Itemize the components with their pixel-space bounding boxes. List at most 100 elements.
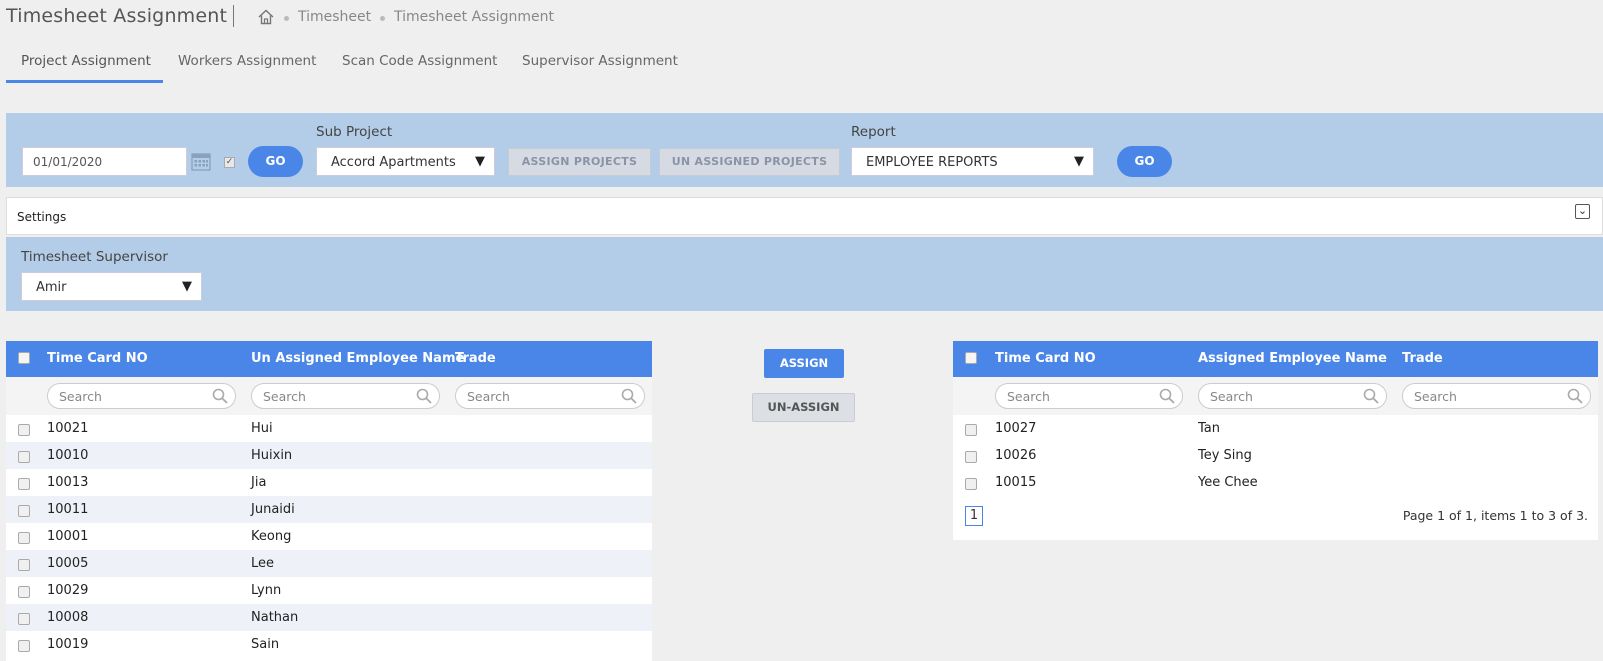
go-button[interactable]: GO <box>248 146 303 177</box>
table-row[interactable]: 10005 Lee <box>6 550 652 577</box>
search-placeholder: Search <box>1414 389 1457 404</box>
search-icon <box>621 388 637 404</box>
grid-body: 10021 Hui 10010 Huixin 10013 Jia 10011 Junai… <box>6 415 652 658</box>
collapse-icon[interactable]: ⌄ <box>1575 204 1590 219</box>
column-header-employee-name[interactable]: Assigned Employee Name <box>1198 351 1387 366</box>
search-placeholder: Search <box>263 389 306 404</box>
search-icon <box>416 388 432 404</box>
breadcrumb-timesheet[interactable]: Timesheet <box>298 9 371 25</box>
dropdown-arrow-icon: ▼ <box>475 154 485 169</box>
breadcrumb-separator <box>284 16 289 21</box>
column-header-trade[interactable]: Trade <box>455 351 496 366</box>
time-card-cell: 10011 <box>47 502 89 517</box>
search-placeholder: Search <box>467 389 510 404</box>
table-row[interactable]: 10019 Sain <box>6 631 652 658</box>
assign-projects-button[interactable]: ASSIGN PROJECTS <box>508 148 651 176</box>
supervisor-select[interactable]: Amir ▼ <box>21 272 202 301</box>
grid-body: 10027 Tan 10026 Tey Sing 10015 Yee Chee <box>953 415 1598 496</box>
row-checkbox[interactable] <box>18 586 30 598</box>
row-checkbox[interactable] <box>18 640 30 652</box>
column-header-time-card[interactable]: Time Card NO <box>47 351 148 366</box>
supervisor-panel: Timesheet Supervisor Amir ▼ <box>6 237 1603 311</box>
breadcrumb-timesheet-assignment: Timesheet Assignment <box>394 9 555 25</box>
search-icon <box>212 388 228 404</box>
unassign-button[interactable]: UN-ASSIGN <box>752 393 855 422</box>
breadcrumb-separator <box>380 16 385 21</box>
home-icon[interactable] <box>258 9 274 25</box>
report-select[interactable]: EMPLOYEE REPORTS ▼ <box>851 147 1094 176</box>
report-label: Report <box>851 124 896 140</box>
row-checkbox[interactable] <box>18 613 30 625</box>
row-checkbox[interactable] <box>18 451 30 463</box>
title-divider <box>233 5 234 27</box>
sub-project-select[interactable]: Accord Apartments ▼ <box>316 147 495 176</box>
time-card-cell: 10010 <box>47 448 89 463</box>
column-header-trade[interactable]: Trade <box>1402 351 1443 366</box>
row-checkbox[interactable] <box>18 478 30 490</box>
pager-info: Page 1 of 1, items 1 to 3 of 3. <box>1402 508 1588 523</box>
table-row[interactable]: 10013 Jia <box>6 469 652 496</box>
supervisor-label: Timesheet Supervisor <box>21 249 168 265</box>
time-card-cell: 10005 <box>47 556 89 571</box>
time-card-cell: 10015 <box>995 475 1037 490</box>
time-card-cell: 10001 <box>47 529 89 544</box>
unassigned-employees-grid: Time Card NO Un Assigned Employee Name T… <box>6 341 652 661</box>
search-placeholder: Search <box>59 389 102 404</box>
row-checkbox[interactable] <box>18 424 30 436</box>
grid-header: Time Card NO Assigned Employee Name Trad… <box>953 341 1598 377</box>
employee-name-search-input[interactable]: Search <box>1198 383 1387 409</box>
tab-project-assignment[interactable]: Project Assignment <box>6 50 163 83</box>
row-checkbox[interactable] <box>18 505 30 517</box>
search-icon <box>1567 388 1583 404</box>
table-row[interactable]: 10001 Keong <box>6 523 652 550</box>
tab-supervisor-assignment[interactable]: Supervisor Assignment <box>522 50 678 83</box>
assign-button[interactable]: ASSIGN <box>764 349 844 378</box>
tab-scan-code-assignment[interactable]: Scan Code Assignment <box>342 50 497 83</box>
row-checkbox[interactable] <box>965 478 977 490</box>
time-card-cell: 10013 <box>47 475 89 490</box>
trade-search-input[interactable]: Search <box>1402 383 1591 409</box>
table-row[interactable]: 10008 Nathan <box>6 604 652 631</box>
employee-name-cell: Tan <box>1198 421 1220 436</box>
time-card-cell: 10008 <box>47 610 89 625</box>
search-icon <box>1363 388 1379 404</box>
table-row[interactable]: 10026 Tey Sing <box>953 442 1598 469</box>
select-all-checkbox[interactable] <box>965 352 977 364</box>
row-checkbox[interactable] <box>18 559 30 571</box>
sub-project-value: Accord Apartments <box>331 155 456 170</box>
select-all-checkbox[interactable] <box>18 352 30 364</box>
employee-name-cell: Nathan <box>251 610 299 625</box>
employee-name-cell: Junaidi <box>251 502 295 517</box>
unassigned-projects-button[interactable]: UN ASSIGNED PROJECTS <box>659 148 840 176</box>
table-row[interactable]: 10029 Lynn <box>6 577 652 604</box>
time-card-search-input[interactable]: Search <box>995 383 1183 409</box>
trade-search-input[interactable]: Search <box>455 383 645 409</box>
time-card-search-input[interactable]: Search <box>47 383 236 409</box>
supervisor-value: Amir <box>36 280 67 295</box>
pager-page-button[interactable]: 1 <box>965 506 983 526</box>
employee-name-cell: Sain <box>251 637 280 652</box>
time-card-cell: 10021 <box>47 421 89 436</box>
tab-workers-assignment[interactable]: Workers Assignment <box>178 50 316 83</box>
column-header-time-card[interactable]: Time Card NO <box>995 351 1096 366</box>
employee-name-cell: Jia <box>251 475 267 490</box>
table-row[interactable]: 10011 Junaidi <box>6 496 652 523</box>
date-checkbox[interactable]: ✓ <box>224 157 235 168</box>
employee-name-search-input[interactable]: Search <box>251 383 440 409</box>
employee-name-cell: Yee Chee <box>1198 475 1258 490</box>
settings-panel-header[interactable]: Settings ⌄ <box>6 197 1603 235</box>
calendar-icon[interactable] <box>191 151 211 171</box>
table-row[interactable]: 10010 Huixin <box>6 442 652 469</box>
time-card-cell: 10029 <box>47 583 89 598</box>
report-go-button[interactable]: GO <box>1117 146 1172 177</box>
table-row[interactable]: 10027 Tan <box>953 415 1598 442</box>
report-value: EMPLOYEE REPORTS <box>866 155 998 170</box>
date-input[interactable] <box>22 147 187 176</box>
row-checkbox[interactable] <box>18 532 30 544</box>
column-header-employee-name[interactable]: Un Assigned Employee Name <box>251 351 464 366</box>
dropdown-arrow-icon: ▼ <box>182 279 192 294</box>
table-row[interactable]: 10021 Hui <box>6 415 652 442</box>
row-checkbox[interactable] <box>965 424 977 436</box>
row-checkbox[interactable] <box>965 451 977 463</box>
table-row[interactable]: 10015 Yee Chee <box>953 469 1598 496</box>
